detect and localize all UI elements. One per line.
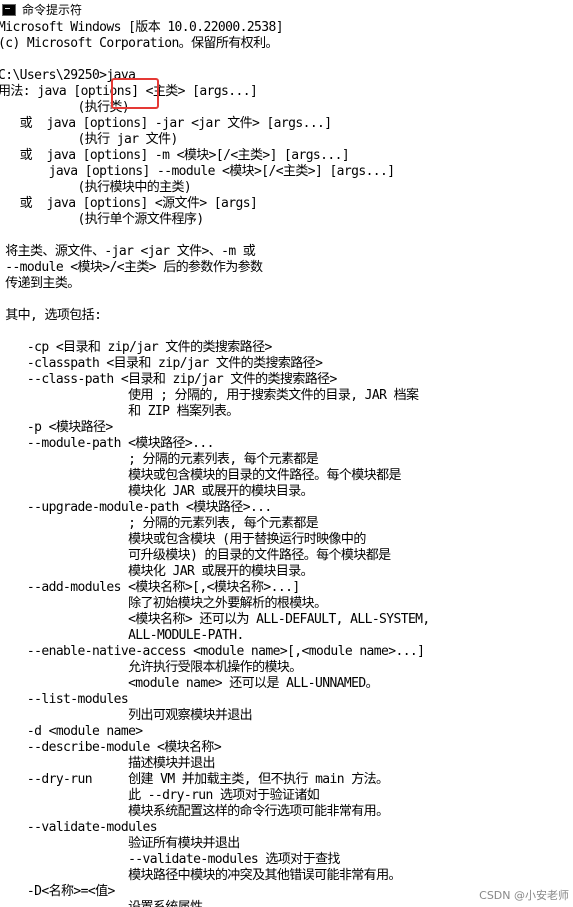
console-line: 或 java [options] -jar <jar 文件> [args...] — [0, 116, 332, 131]
console-line: 传递到主类。 — [0, 276, 80, 291]
console-line: (c) Microsoft Corporation。保留所有权利。 — [0, 36, 278, 51]
console-line: --validate-modules — [0, 820, 158, 835]
console-output[interactable]: Microsoft Windows [版本 10.0.22000.2538] (c… — [0, 20, 573, 907]
console-line: 和 ZIP 档案列表。 — [0, 404, 239, 419]
console-line: 模块路径中模块的冲突及其他错误可能非常有用。 — [0, 868, 401, 883]
console-line: (执行 jar 文件) — [0, 132, 178, 147]
console-line: ; 分隔的元素列表, 每个元素都是 — [0, 452, 319, 467]
console-line: --add-modules <模块名称>[,<模块名称>...] — [0, 580, 300, 595]
console-line: 使用 ; 分隔的, 用于搜索类文件的目录, JAR 档案 — [0, 388, 419, 403]
console-lines: Microsoft Windows [版本 10.0.22000.2538] (c… — [0, 20, 430, 907]
console-line: -classpath <目录和 zip/jar 文件的类搜索路径> — [0, 356, 323, 371]
console-line: 除了初始模块之外要解析的根模块。 — [0, 596, 327, 611]
console-line: -p <模块路径> — [0, 420, 113, 435]
console-line: 模块系统配置这样的命令行选项可能非常有用。 — [0, 804, 389, 819]
console-line: --module-path <模块路径>... — [0, 436, 215, 451]
console-line: 列出可观察模块并退出 — [0, 708, 253, 723]
console-line: 用法: java [options] <主类> [args...] — [0, 84, 258, 99]
console-line: --module <模块>/<主类> 后的参数作为参数 — [0, 260, 263, 275]
watermark: CSDN @小安老师 — [479, 887, 569, 903]
console-line: -d <module name> — [0, 724, 143, 739]
console-line: 描述模块并退出 — [0, 756, 215, 771]
console-line: <模块名称> 还可以为 ALL-DEFAULT, ALL-SYSTEM, — [0, 612, 430, 627]
console-line: 允许执行受限本机操作的模块。 — [0, 660, 302, 675]
console-line: 此 --dry-run 选项对于验证诸如 — [0, 788, 320, 803]
console-line: --describe-module <模块名称> — [0, 740, 222, 755]
highlight-box — [111, 78, 159, 109]
console-line: 可升级模块) 的目录的文件路径。每个模块都是 — [0, 548, 391, 563]
console-line: --dry-run 创建 VM 并加载主类, 但不执行 main 方法。 — [0, 772, 389, 787]
console-line: -D<名称>=<值> — [0, 884, 115, 899]
console-line: Microsoft Windows [版本 10.0.22000.2538] — [0, 20, 284, 35]
console-line: (执行单个源文件程序) — [0, 212, 204, 227]
console-line: --upgrade-module-path <模块路径>... — [0, 500, 272, 515]
console-line: (执行模块中的主类) — [0, 180, 192, 195]
console-line: C:\Users\29250>java — [0, 68, 136, 83]
console-line: --enable-native-access <module name>[,<m… — [0, 644, 425, 659]
console-line: 将主类、源文件、-jar <jar 文件>、-m 或 — [0, 244, 256, 259]
console-line: 验证所有模块并退出 — [0, 836, 240, 851]
console-line: 模块化 JAR 或展开的模块目录。 — [0, 484, 314, 499]
console-line: -cp <目录和 zip/jar 文件的类搜索路径> — [0, 340, 272, 355]
console-line: 或 java [options] <源文件> [args] — [0, 196, 258, 211]
console-line: ALL-MODULE-PATH. — [0, 628, 244, 643]
console-line: (执行类) — [0, 100, 130, 115]
console-line: --validate-modules 选项对于查找 — [0, 852, 340, 867]
console-line: ; 分隔的元素列表, 每个元素都是 — [0, 516, 319, 531]
console-line: 模块化 JAR 或展开的模块目录。 — [0, 564, 314, 579]
console-line: 模块或包含模块 (用于替换运行时映像中的 — [0, 532, 366, 547]
console-line: 设置系统属性 — [0, 900, 430, 907]
cmd-icon — [2, 4, 16, 16]
console-line: --class-path <目录和 zip/jar 文件的类搜索路径> — [0, 372, 337, 387]
console-line: java [options] --module <模块>[/<主类>] [arg… — [0, 164, 396, 179]
console-line: 模块或包含模块的目录的文件路径。每个模块都是 — [0, 468, 401, 483]
window-title: 命令提示符 — [22, 3, 83, 17]
title-bar: 命令提示符 — [0, 0, 573, 21]
console-line: 或 java [options] -m <模块>[/<主类>] [args...… — [0, 148, 350, 163]
console-line: --list-modules — [0, 692, 129, 707]
console-line: <module name> 还可以是 ALL-UNNAMED。 — [0, 676, 379, 691]
console-line: 其中, 选项包括: — [0, 308, 102, 323]
